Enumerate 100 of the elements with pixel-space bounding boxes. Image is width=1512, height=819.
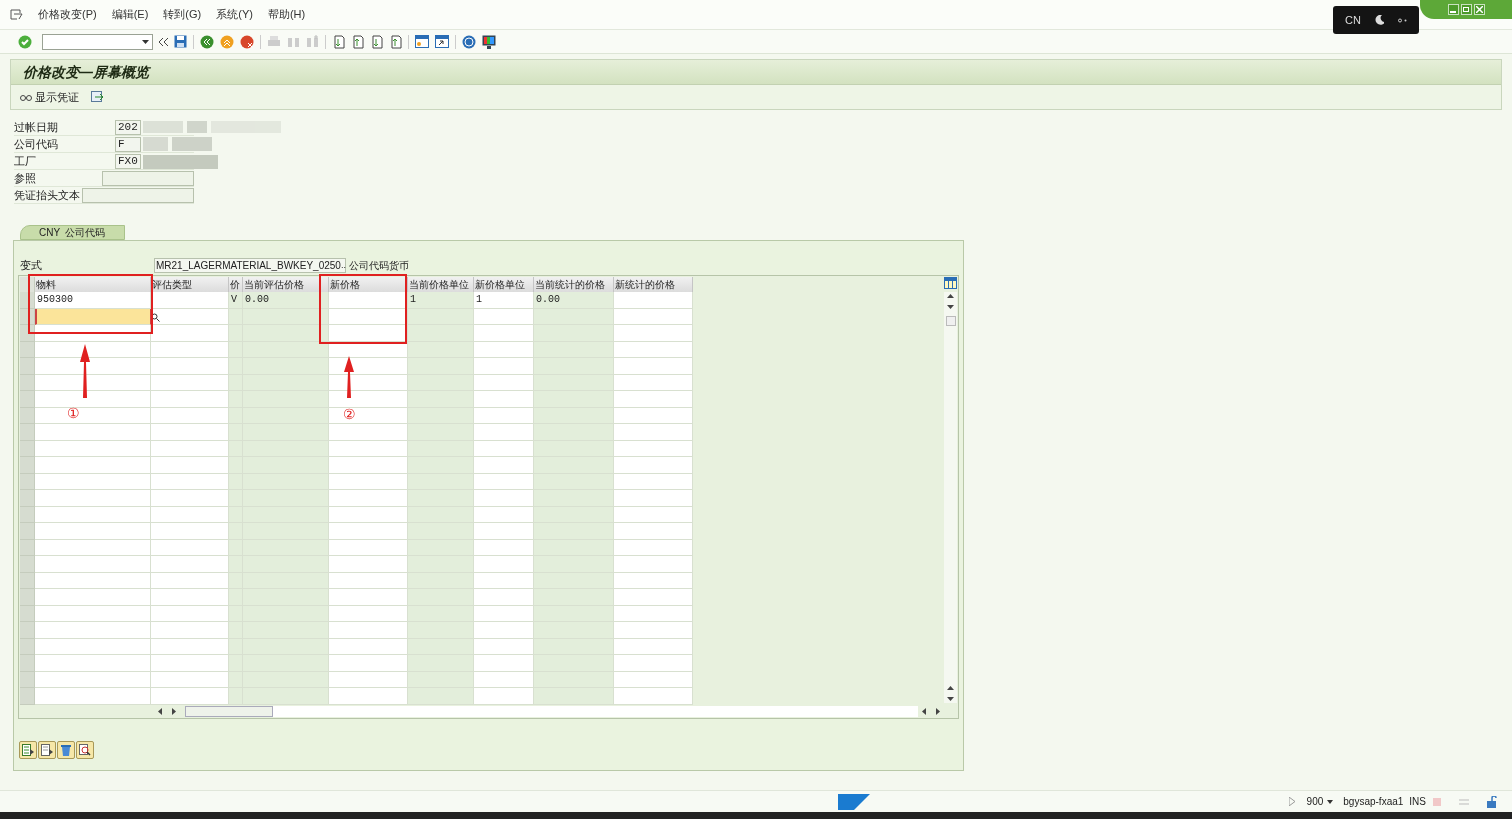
back-icon[interactable] — [200, 34, 214, 49]
table-cell[interactable] — [614, 622, 693, 639]
table-cell[interactable] — [614, 292, 693, 309]
insert-row-button[interactable] — [19, 741, 37, 759]
column-header[interactable]: 物料 — [35, 277, 151, 292]
table-cell[interactable] — [35, 523, 151, 540]
table-cell[interactable] — [151, 589, 229, 606]
layout-dropdown[interactable]: MR21_LAGERMATERIAL_BWKEY_0250.. — [154, 258, 346, 273]
menu-item[interactable]: 转到(G) — [163, 6, 202, 23]
export-icon[interactable] — [91, 90, 104, 104]
table-cell[interactable]: 950300 — [35, 292, 151, 309]
delete-button[interactable] — [57, 741, 75, 759]
table-cell[interactable] — [474, 622, 534, 639]
padlock-icon[interactable] — [1486, 795, 1498, 808]
table-cell[interactable] — [35, 688, 151, 705]
dropdown-caret-icon[interactable] — [142, 39, 149, 44]
table-cell[interactable] — [614, 358, 693, 375]
menu-item[interactable]: 价格改变(P) — [38, 6, 97, 23]
column-header[interactable]: 当前评估价格 — [243, 277, 329, 292]
table-cell[interactable] — [35, 655, 151, 672]
table-cell[interactable] — [329, 523, 408, 540]
table-cell[interactable] — [151, 391, 229, 408]
client-dropdown[interactable]: 900 — [1306, 794, 1334, 809]
search-button[interactable] — [76, 741, 94, 759]
table-cell[interactable] — [151, 655, 229, 672]
input-field[interactable]: 202 — [115, 119, 141, 135]
next-page-icon[interactable] — [370, 34, 383, 49]
table-cell[interactable] — [474, 655, 534, 672]
table-cell[interactable] — [151, 490, 229, 507]
table-cell[interactable] — [329, 589, 408, 606]
table-cell[interactable] — [151, 358, 229, 375]
table-cell[interactable] — [474, 457, 534, 474]
horizontal-scroll-thumb[interactable] — [185, 705, 273, 717]
table-cell[interactable] — [474, 589, 534, 606]
table-cell[interactable] — [151, 556, 229, 573]
table-cell[interactable] — [614, 589, 693, 606]
table-cell[interactable] — [329, 655, 408, 672]
scroll-left-icon[interactable] — [158, 707, 162, 715]
display-document-button[interactable]: 显示凭证 — [20, 88, 79, 106]
table-cell[interactable] — [329, 292, 408, 309]
command-field[interactable] — [42, 33, 153, 50]
save-icon[interactable] — [174, 35, 187, 48]
dropdown-caret-icon[interactable] — [1327, 799, 1334, 804]
table-cell[interactable]: 1 — [474, 292, 534, 309]
table-cell[interactable] — [329, 688, 408, 705]
input-field[interactable] — [82, 187, 194, 203]
table-cell[interactable] — [329, 325, 408, 342]
scroll-thumb[interactable] — [945, 316, 956, 326]
previous-page-icon[interactable] — [351, 34, 364, 49]
maximize-button[interactable] — [1460, 4, 1472, 15]
table-cell[interactable] — [329, 358, 408, 375]
table-cell[interactable] — [614, 556, 693, 573]
table-cell[interactable] — [474, 325, 534, 342]
column-header[interactable]: 新价格单位 — [474, 277, 534, 292]
input-field[interactable] — [101, 170, 194, 186]
column-header[interactable]: 新统计的价格 — [614, 277, 693, 292]
confirm-icon[interactable] — [18, 34, 32, 49]
table-cell[interactable] — [614, 391, 693, 408]
table-cell[interactable] — [151, 325, 229, 342]
table-cell[interactable] — [35, 622, 151, 639]
table-cell[interactable] — [614, 688, 693, 705]
table-cell[interactable] — [329, 622, 408, 639]
scroll-up-icon[interactable] — [947, 294, 954, 298]
table-cell[interactable] — [35, 391, 151, 408]
last-page-icon[interactable] — [389, 34, 402, 49]
table-cell[interactable] — [151, 688, 229, 705]
column-header[interactable]: 新价格 — [329, 277, 408, 292]
double-left-arrow-icon[interactable] — [159, 37, 168, 46]
input-field[interactable]: FX0 — [115, 153, 141, 169]
table-cell[interactable] — [151, 622, 229, 639]
language-switcher[interactable]: CN — [1333, 6, 1419, 34]
table-cell[interactable] — [614, 424, 693, 441]
help-icon[interactable] — [462, 34, 476, 49]
table-cell[interactable] — [329, 391, 408, 408]
table-cell[interactable] — [614, 490, 693, 507]
column-header[interactable]: 价 — [229, 277, 243, 292]
append-row-button[interactable] — [38, 741, 56, 759]
table-cell[interactable] — [474, 556, 534, 573]
scroll-left-icon[interactable] — [922, 707, 926, 715]
exit-icon[interactable] — [220, 34, 234, 49]
table-cell[interactable] — [329, 457, 408, 474]
table-cell[interactable] — [329, 556, 408, 573]
search-icon[interactable] — [151, 312, 160, 322]
table-cell[interactable] — [151, 424, 229, 441]
table-cell[interactable] — [35, 556, 151, 573]
table-cell[interactable] — [35, 358, 151, 375]
table-cell[interactable] — [151, 523, 229, 540]
table-cell[interactable] — [35, 589, 151, 606]
column-header[interactable]: 当前统计的价格 — [534, 277, 614, 292]
cancel-icon[interactable] — [240, 34, 254, 49]
table-cell[interactable] — [35, 424, 151, 441]
column-layout-icon[interactable] — [944, 277, 957, 289]
table-cell[interactable] — [614, 655, 693, 672]
input-field[interactable]: F — [115, 136, 141, 152]
scroll-up-icon[interactable] — [947, 686, 954, 690]
shortcut-icon[interactable] — [435, 35, 449, 48]
close-button[interactable] — [1473, 4, 1485, 15]
table-cell[interactable] — [474, 688, 534, 705]
play-icon[interactable] — [1288, 797, 1295, 806]
table-cell[interactable] — [474, 391, 534, 408]
